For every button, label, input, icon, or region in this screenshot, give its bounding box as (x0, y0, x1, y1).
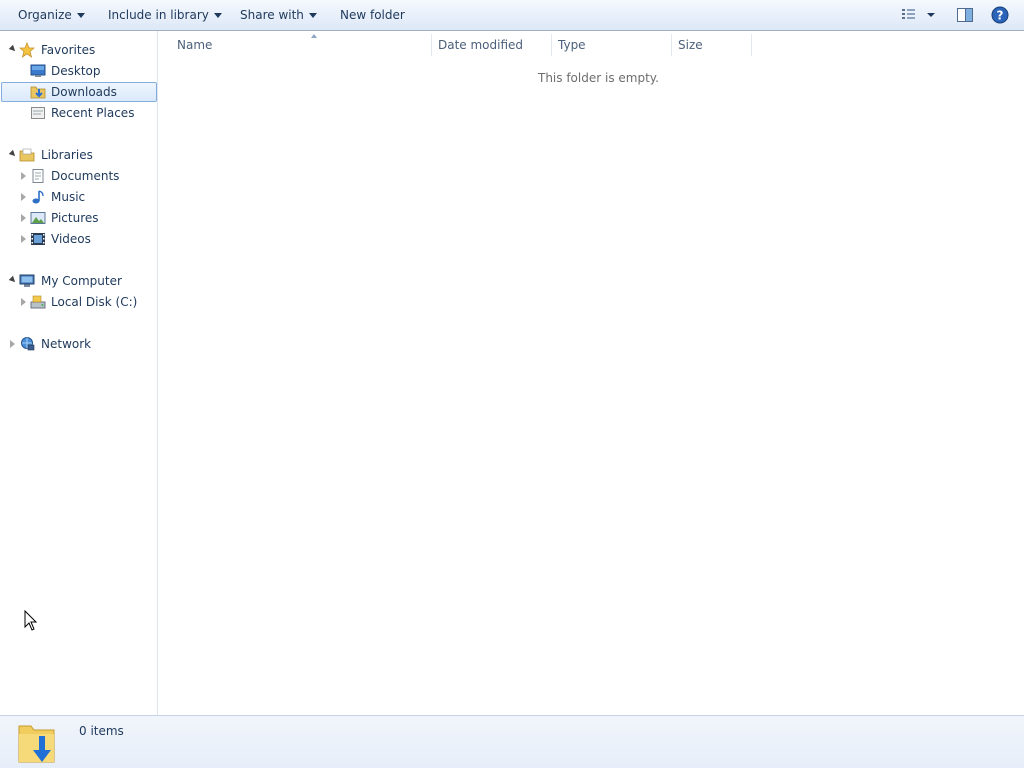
mouse-cursor-icon (24, 610, 38, 631)
column-header-label: Size (678, 38, 703, 52)
nav-item-downloads[interactable]: Downloads (1, 82, 157, 102)
include-in-library-button[interactable]: Include in library (108, 5, 222, 25)
nav-item-videos[interactable]: Videos (0, 229, 150, 249)
downloads-folder-large-icon (18, 725, 55, 763)
nav-my-computer[interactable]: My Computer (0, 271, 150, 291)
include-in-library-label: Include in library (108, 8, 209, 22)
column-header-date-modified[interactable]: Date modified (432, 34, 552, 56)
music-note-icon (32, 190, 44, 204)
nav-item-label: Music (51, 190, 86, 204)
column-header-label: Name (177, 38, 213, 52)
nav-item-pictures[interactable]: Pictures (0, 208, 150, 228)
expand-icon[interactable] (21, 298, 26, 306)
hard-drive-icon (30, 295, 46, 309)
share-with-button[interactable]: Share with (240, 5, 317, 25)
command-bar: Organize Include in library Share with N… (0, 0, 1024, 31)
sort-ascending-icon (311, 34, 317, 38)
computer-icon (19, 274, 35, 287)
nav-item-local-disk[interactable]: Local Disk (C:) (0, 292, 150, 312)
explorer-window: Organize Include in library Share with N… (0, 0, 1024, 768)
pictures-icon (30, 212, 46, 224)
expand-icon[interactable] (21, 235, 26, 243)
expand-icon[interactable] (10, 340, 15, 348)
column-header-name[interactable]: Name (171, 34, 432, 56)
nav-network[interactable]: Network (0, 334, 150, 354)
nav-libraries[interactable]: Libraries (0, 145, 150, 165)
downloads-folder-icon (30, 86, 46, 99)
details-pane: 0 items (0, 715, 1024, 768)
expand-icon[interactable] (21, 214, 26, 222)
expand-icon[interactable] (21, 172, 26, 180)
file-list[interactable]: Name Date modified Type Size This folder… (159, 31, 1024, 715)
libraries-icon (19, 148, 35, 162)
organize-button[interactable]: Organize (18, 5, 85, 25)
collapse-icon[interactable] (8, 149, 18, 159)
help-button[interactable]: ? (990, 5, 1010, 25)
star-icon (19, 42, 35, 58)
nav-my-computer-label: My Computer (41, 274, 122, 288)
documents-icon (32, 169, 44, 183)
nav-item-label: Pictures (51, 211, 99, 225)
column-header-label: Date modified (438, 38, 524, 52)
svg-text:?: ? (997, 9, 1004, 23)
nav-item-label: Recent Places (51, 106, 135, 120)
collapse-icon[interactable] (8, 275, 18, 285)
nav-item-recent-places[interactable]: Recent Places (0, 103, 150, 123)
chevron-down-icon (76, 13, 85, 18)
nav-item-documents[interactable]: Documents (0, 166, 150, 186)
nav-network-label: Network (41, 337, 92, 351)
nav-item-label: Local Disk (C:) (51, 295, 138, 309)
nav-item-label: Downloads (51, 85, 117, 99)
nav-item-label: Videos (51, 232, 91, 246)
organize-label: Organize (18, 8, 72, 22)
item-count: 0 items (79, 724, 124, 738)
network-icon (21, 337, 35, 351)
column-header-size[interactable]: Size (672, 34, 752, 56)
new-folder-label: New folder (340, 8, 405, 22)
nav-item-desktop[interactable]: Desktop (0, 61, 150, 81)
nav-favorites-label: Favorites (41, 43, 96, 57)
share-with-label: Share with (240, 8, 304, 22)
change-view-button[interactable] (900, 5, 940, 25)
help-icon: ? (991, 6, 1009, 24)
empty-folder-message: This folder is empty. (538, 71, 659, 85)
nav-item-label: Desktop (51, 64, 101, 78)
nav-item-label: Documents (51, 169, 120, 183)
recent-places-icon (31, 107, 45, 119)
expand-icon[interactable] (21, 193, 26, 201)
collapse-icon[interactable] (8, 44, 18, 54)
view-list-icon (902, 9, 935, 19)
chevron-down-icon (308, 13, 317, 18)
videos-icon (31, 233, 45, 245)
preview-pane-icon (957, 8, 973, 22)
nav-libraries-label: Libraries (41, 148, 93, 162)
desktop-icon (30, 64, 46, 77)
chevron-down-icon (213, 13, 222, 18)
nav-favorites[interactable]: Favorites (0, 40, 150, 60)
nav-item-music[interactable]: Music (0, 187, 150, 207)
new-folder-button[interactable]: New folder (340, 5, 405, 25)
column-header-label: Type (558, 38, 586, 52)
column-header-type[interactable]: Type (552, 34, 672, 56)
preview-pane-button[interactable] (955, 5, 975, 25)
